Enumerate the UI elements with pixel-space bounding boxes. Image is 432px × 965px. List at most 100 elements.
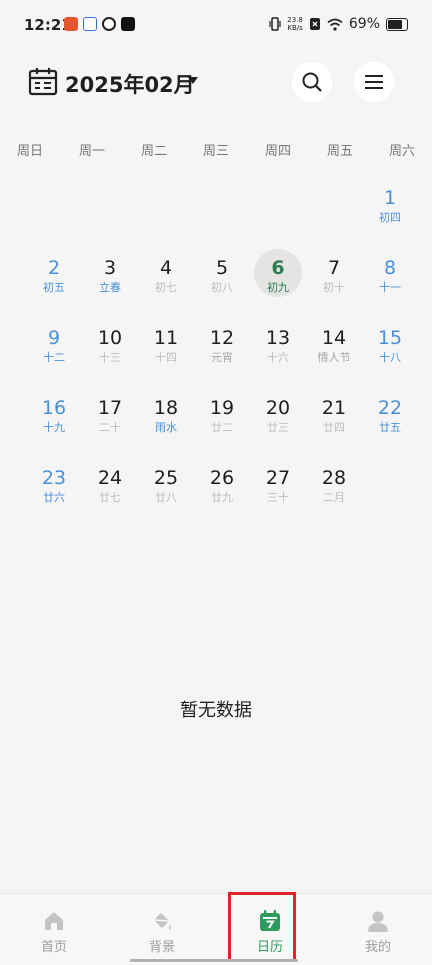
month-selector[interactable]: 2025年02月 (65, 69, 195, 99)
lunar-date: 廿八 (155, 491, 177, 504)
no-sim-icon (309, 18, 320, 30)
day-number: 19 (209, 397, 235, 419)
calendar-day[interactable]: 27 三十 (252, 466, 304, 522)
calendar-day[interactable]: 1 初四 (364, 186, 416, 242)
search-button[interactable] (292, 62, 332, 102)
lunar-date: 初四 (379, 211, 401, 224)
lunar-date: 二月 (323, 491, 345, 504)
calendar-day[interactable]: 14 情人节 (308, 326, 360, 382)
day-number: 22 (377, 397, 403, 419)
tab-background-label: 背景 (148, 940, 175, 955)
calendar-day[interactable]: 3 立春 (84, 256, 136, 312)
menu-button[interactable] (354, 62, 394, 102)
weekday-label: 周五 (326, 144, 353, 159)
tiktok-icon (121, 17, 135, 31)
calendar-day[interactable]: 25 廿八 (140, 466, 192, 522)
day-number: 5 (215, 257, 229, 279)
status-bar: 12:21 23.8 KB/s 69% (0, 0, 432, 52)
calendar-day[interactable]: 9 十二 (28, 326, 80, 382)
home-icon (45, 912, 63, 930)
day-number: 25 (153, 467, 179, 489)
weekday-header: 周日 周一 周二 周三 周四 周五 周六 (0, 140, 432, 160)
day-number: 6 (271, 257, 285, 279)
weekday-label: 周四 (264, 144, 291, 159)
calendar-day[interactable]: 7 初十 (308, 256, 360, 312)
calendar-day[interactable]: 2 初五 (28, 256, 80, 312)
calendar-day[interactable]: 16 十九 (28, 396, 80, 452)
lunar-date: 十八 (379, 351, 401, 364)
calendar-day[interactable]: 8 十一 (364, 256, 416, 312)
calendar-day[interactable]: 24 廿七 (84, 466, 136, 522)
lunar-date: 廿六 (43, 491, 65, 504)
lunar-date: 廿七 (99, 491, 121, 504)
day-number: 21 (321, 397, 347, 419)
calendar-day[interactable]: 5 初八 (196, 256, 248, 312)
calendar-day[interactable]: 10 十三 (84, 326, 136, 382)
day-number: 27 (265, 467, 291, 489)
weekday-label: 周一 (78, 144, 105, 159)
lunar-date: 廿九 (211, 491, 233, 504)
calendar-day[interactable]: 26 廿九 (196, 466, 248, 522)
calendar-day[interactable]: 17 二十 (84, 396, 136, 452)
calendar-day[interactable]: 20 廿三 (252, 396, 304, 452)
lunar-date: 十九 (43, 421, 65, 434)
day-number: 9 (47, 327, 61, 349)
home-indicator (130, 959, 298, 962)
calendar-day[interactable]: 4 初七 (140, 256, 192, 312)
day-number: 8 (383, 257, 397, 279)
weekday-label: 周二 (140, 144, 167, 159)
search-icon (302, 72, 322, 92)
calendar-day[interactable]: 22 廿五 (364, 396, 416, 452)
day-number: 14 (321, 327, 347, 349)
day-number: 16 (41, 397, 67, 419)
network-speed-unit: KB/s (287, 24, 303, 32)
lunar-date: 雨水 (155, 421, 177, 434)
calendar-icon[interactable] (28, 66, 58, 96)
tab-profile-label: 我的 (364, 940, 391, 955)
lunar-date: 初十 (323, 281, 345, 294)
lunar-date: 廿二 (211, 421, 233, 434)
calendar-day[interactable]: 6 初九 (252, 249, 304, 312)
day-number: 26 (209, 467, 235, 489)
battery-percent: 69% (348, 16, 380, 32)
app-notification-icon (64, 17, 78, 31)
notification-icons (64, 17, 135, 31)
day-number: 17 (97, 397, 123, 419)
menu-icon (365, 75, 383, 89)
lunar-date: 初九 (267, 281, 289, 294)
day-number: 28 (321, 467, 347, 489)
calendar-header: 2025年02月 (0, 60, 432, 108)
lunar-date: 十六 (267, 351, 289, 364)
tab-profile[interactable]: 我的 (324, 894, 432, 965)
lunar-date: 情人节 (317, 351, 351, 364)
lunar-date: 十一 (379, 281, 401, 294)
calendar-day[interactable]: 18 雨水 (140, 396, 192, 452)
calendar-day[interactable]: 15 十八 (364, 326, 416, 382)
network-speed: 23.8 KB/s (287, 16, 303, 32)
calendar-day[interactable]: 11 十四 (140, 326, 192, 382)
lunar-date: 初七 (155, 281, 177, 294)
calendar-day[interactable]: 23 廿六 (28, 466, 80, 522)
calendar-day[interactable]: 12 元宵 (196, 326, 248, 382)
lunar-date: 三十 (267, 491, 289, 504)
lunar-date: 二十 (99, 421, 121, 434)
tab-home[interactable]: 首页 (0, 894, 108, 965)
tab-background[interactable]: 背景 (108, 894, 216, 965)
day-number: 15 (377, 327, 403, 349)
day-number: 20 (265, 397, 291, 419)
calendar-day[interactable]: 13 十六 (252, 326, 304, 382)
lunar-date: 十四 (155, 351, 177, 364)
snowflake-icon (83, 17, 97, 31)
lunar-date: 十二 (43, 351, 65, 364)
lunar-date: 十三 (99, 351, 121, 364)
day-number: 11 (153, 327, 179, 349)
tab-home-label: 首页 (40, 940, 67, 955)
calendar-day[interactable]: 28 二月 (308, 466, 360, 522)
lunar-date: 初八 (211, 281, 233, 294)
day-number: 13 (265, 327, 291, 349)
chevron-down-icon[interactable] (188, 77, 198, 84)
day-number: 7 (327, 257, 341, 279)
calendar-day[interactable]: 19 廿二 (196, 396, 248, 452)
calendar-day[interactable]: 21 廿四 (308, 396, 360, 452)
vibrate-icon (269, 17, 281, 31)
